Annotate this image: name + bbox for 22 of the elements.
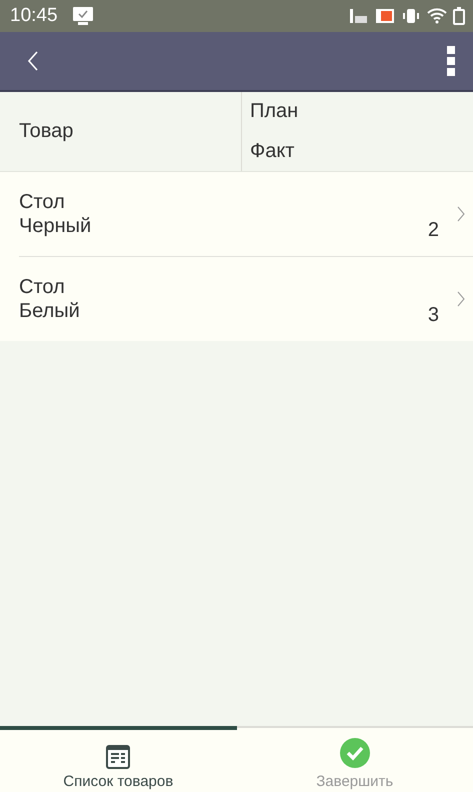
fact-quantity: 3 <box>428 304 439 327</box>
battery-icon <box>453 7 465 25</box>
product-name: Стол Черный <box>19 190 92 238</box>
chevron-icon <box>457 291 465 307</box>
product-name: Стол Белый <box>19 275 80 323</box>
monitor-check-icon <box>72 6 94 26</box>
table-row[interactable]: Стол Черный 2 <box>19 172 473 257</box>
chevron-icon <box>457 206 465 222</box>
column-header: Товар <box>19 120 74 143</box>
back-icon[interactable] <box>26 49 40 73</box>
check-circle-icon <box>338 737 371 769</box>
vibrate-icon <box>401 8 421 24</box>
table-row[interactable]: Стол Белый 3 <box>19 257 473 341</box>
list-icon <box>106 745 130 769</box>
fact-quantity: 2 <box>428 219 439 242</box>
status-time: 10:45 <box>10 5 58 27</box>
column-header: План <box>250 100 300 124</box>
wifi-icon <box>427 8 447 24</box>
column-header: Факт <box>250 140 296 163</box>
bottom-tab[interactable]: Список товаров <box>0 726 236 792</box>
menu-icon[interactable] <box>447 46 455 76</box>
cast-icon <box>375 8 395 24</box>
